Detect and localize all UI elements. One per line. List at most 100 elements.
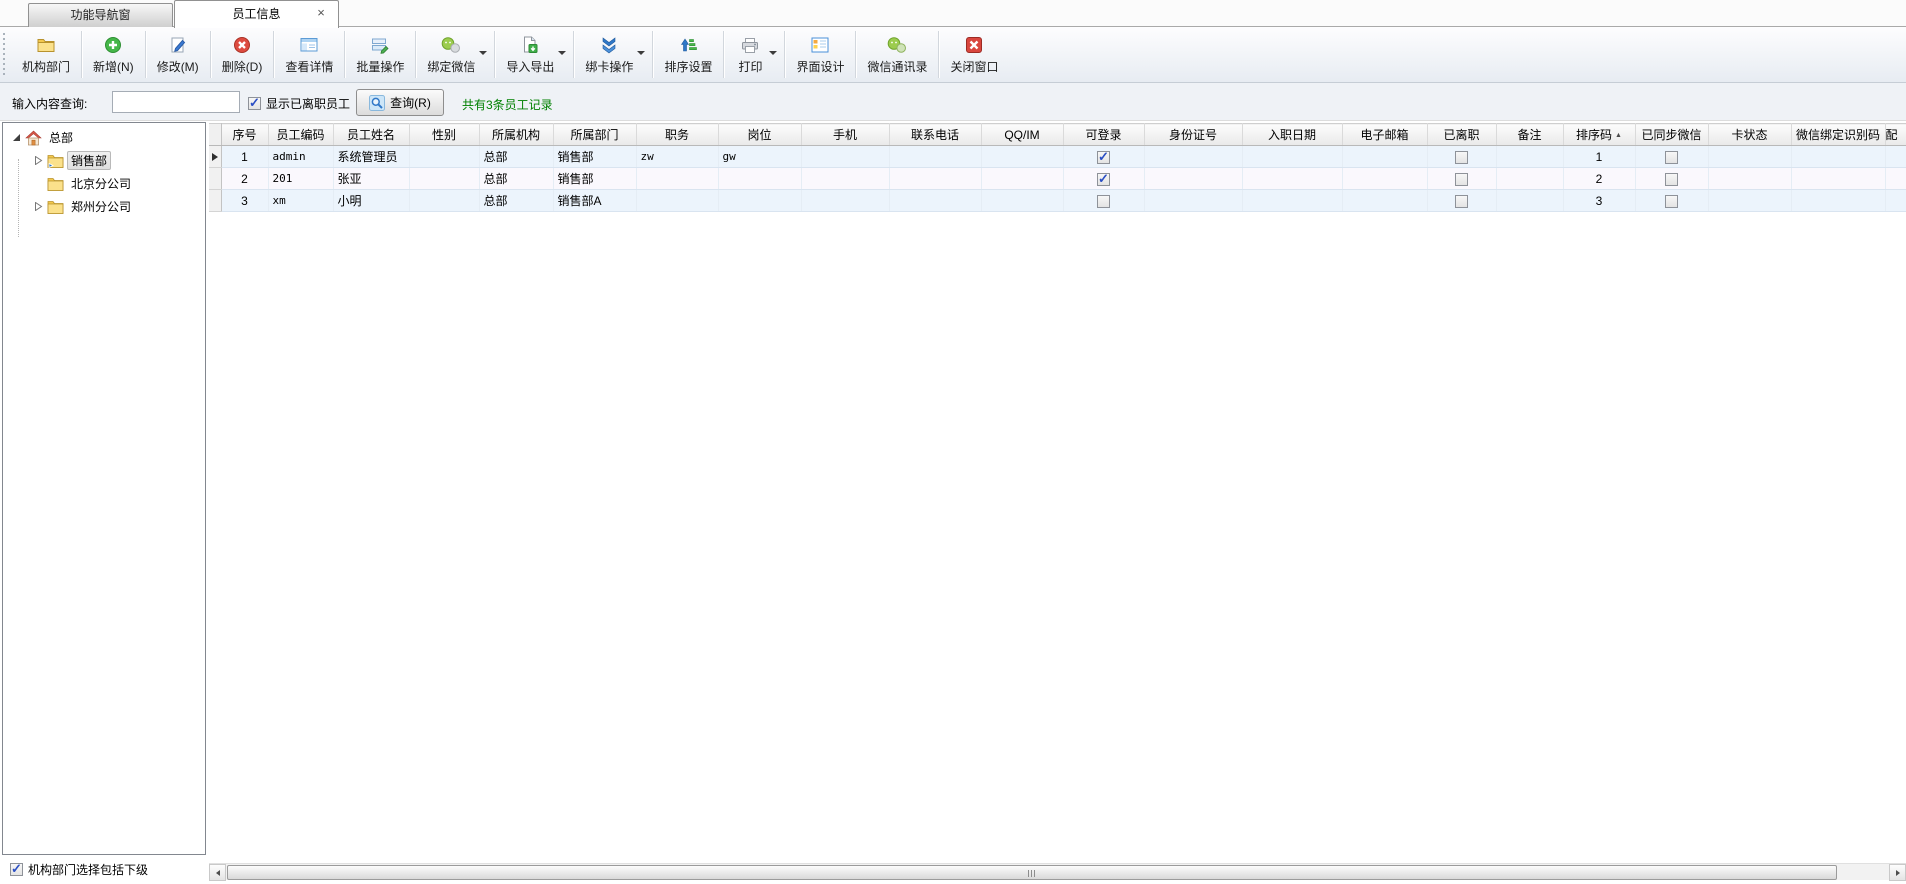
row-selector-header[interactable]	[209, 124, 221, 146]
row-selector[interactable]	[209, 168, 221, 190]
cell-org[interactable]: 总部	[479, 146, 553, 168]
cell-dept[interactable]: 销售部	[553, 146, 636, 168]
cell-duty[interactable]	[636, 190, 718, 212]
col-mobile[interactable]: 手机	[801, 124, 889, 146]
wechat-synced-checkbox[interactable]	[1665, 173, 1678, 186]
scroll-right-button[interactable]	[1889, 864, 1906, 881]
cell-mobile[interactable]	[801, 146, 889, 168]
col-employee-code[interactable]: 员工编码	[268, 124, 333, 146]
cell-card-status[interactable]	[1708, 168, 1791, 190]
col-can-login[interactable]: 可登录	[1063, 124, 1144, 146]
cell-dept[interactable]: 销售部	[553, 168, 636, 190]
dropdown-arrow-icon[interactable]	[558, 51, 566, 55]
wechat-synced-checkbox[interactable]	[1665, 151, 1678, 164]
view-details-button[interactable]: 查看详情	[275, 27, 343, 82]
cell-wechat-synced[interactable]	[1635, 190, 1708, 212]
tree-node-sales-dept[interactable]: 销售部	[3, 149, 205, 172]
cell-card-status[interactable]	[1708, 146, 1791, 168]
close-tab-icon[interactable]: ×	[314, 6, 328, 20]
col-department[interactable]: 所属部门	[553, 124, 636, 146]
cell-remark[interactable]	[1496, 190, 1563, 212]
cell-code[interactable]: admin	[268, 146, 333, 168]
show-resigned-toggle[interactable]: 显示已离职员工	[248, 95, 350, 112]
edit-button[interactable]: 修改(M)	[147, 27, 209, 82]
cell-resigned[interactable]	[1427, 146, 1496, 168]
cell-post[interactable]: gw	[718, 146, 801, 168]
cell-id-card[interactable]	[1144, 190, 1242, 212]
cell-code[interactable]: 201	[268, 168, 333, 190]
import-export-button[interactable]: 导入导出	[496, 27, 572, 82]
can-login-checkbox[interactable]	[1097, 195, 1110, 208]
cell-name[interactable]: 小明	[333, 190, 409, 212]
cell-dept[interactable]: 销售部A	[553, 190, 636, 212]
cell-wechat-synced[interactable]	[1635, 146, 1708, 168]
col-id-card[interactable]: 身份证号	[1144, 124, 1242, 146]
cell-email[interactable]	[1342, 146, 1427, 168]
cell-name[interactable]: 张亚	[333, 168, 409, 190]
cell-sort[interactable]: 3	[1563, 190, 1635, 212]
cell-id-card[interactable]	[1144, 168, 1242, 190]
cell-post[interactable]	[718, 190, 801, 212]
resigned-checkbox[interactable]	[1455, 151, 1468, 164]
resigned-checkbox[interactable]	[1455, 195, 1468, 208]
col-sort-code[interactable]: 排序码▲	[1563, 124, 1635, 146]
col-wechat-synced[interactable]: 已同步微信	[1635, 124, 1708, 146]
col-gender[interactable]: 性别	[409, 124, 479, 146]
can-login-checkbox[interactable]	[1097, 173, 1110, 186]
cell-can-login[interactable]	[1063, 190, 1144, 212]
col-resigned[interactable]: 已离职	[1427, 124, 1496, 146]
tree-node-beijing-branch[interactable]: 北京分公司	[3, 172, 205, 195]
search-input[interactable]	[112, 91, 240, 113]
cell-phone[interactable]	[889, 190, 981, 212]
ui-design-button[interactable]: 界面设计	[786, 27, 854, 82]
cell-wechat-bind[interactable]	[1791, 146, 1885, 168]
cell-gender[interactable]	[409, 146, 479, 168]
can-login-checkbox[interactable]	[1097, 151, 1110, 164]
cell-org[interactable]: 总部	[479, 190, 553, 212]
query-button[interactable]: 查询(R)	[356, 89, 444, 116]
org-department-button[interactable]: 机构部门	[12, 27, 80, 82]
cell-qq[interactable]	[981, 190, 1063, 212]
cell-resigned[interactable]	[1427, 168, 1496, 190]
cell-wechat-bind[interactable]	[1791, 190, 1885, 212]
col-qq-im[interactable]: QQ/IM	[981, 124, 1063, 146]
cell-card-status[interactable]	[1708, 190, 1791, 212]
cell-email[interactable]	[1342, 168, 1427, 190]
col-organization[interactable]: 所属机构	[479, 124, 553, 146]
dropdown-arrow-icon[interactable]	[637, 51, 645, 55]
cell-remark[interactable]	[1496, 168, 1563, 190]
batch-operation-button[interactable]: 批量操作	[346, 27, 414, 82]
expand-toggle-icon[interactable]	[33, 156, 43, 166]
cell-gender[interactable]	[409, 190, 479, 212]
col-hire-date[interactable]: 入职日期	[1242, 124, 1342, 146]
wechat-contacts-button[interactable]: 微信通讯录	[857, 27, 937, 82]
cell-hire-date[interactable]	[1242, 190, 1342, 212]
cell-sort[interactable]: 2	[1563, 168, 1635, 190]
tab-function-nav[interactable]: 功能导航窗	[28, 3, 173, 27]
col-card-status[interactable]: 卡状态	[1708, 124, 1791, 146]
cell-gender[interactable]	[409, 168, 479, 190]
tree-node-zhengzhou-branch[interactable]: 郑州分公司	[3, 195, 205, 218]
tab-employee-info[interactable]: 员工信息 ×	[174, 0, 339, 28]
col-seq[interactable]: 序号	[221, 124, 268, 146]
resigned-checkbox[interactable]	[1455, 173, 1468, 186]
cell-mobile[interactable]	[801, 168, 889, 190]
cell-qq[interactable]	[981, 146, 1063, 168]
delete-button[interactable]: 删除(D)	[212, 27, 273, 82]
cell-phone[interactable]	[889, 146, 981, 168]
sort-settings-button[interactable]: 排序设置	[654, 27, 722, 82]
col-post[interactable]: 岗位	[718, 124, 801, 146]
cell-code[interactable]: xm	[268, 190, 333, 212]
close-window-button[interactable]: 关闭窗口	[940, 27, 1008, 82]
scrollbar-thumb[interactable]	[227, 865, 1837, 880]
cell-remark[interactable]	[1496, 146, 1563, 168]
col-remark[interactable]: 备注	[1496, 124, 1563, 146]
row-selector[interactable]	[209, 146, 221, 168]
add-button[interactable]: 新增(N)	[83, 27, 144, 82]
dropdown-arrow-icon[interactable]	[769, 51, 777, 55]
col-email[interactable]: 电子邮箱	[1342, 124, 1427, 146]
toolbar-grip-handle[interactable]	[3, 33, 10, 76]
collapse-toggle-icon[interactable]	[11, 133, 21, 143]
wechat-synced-checkbox[interactable]	[1665, 195, 1678, 208]
col-duty[interactable]: 职务	[636, 124, 718, 146]
